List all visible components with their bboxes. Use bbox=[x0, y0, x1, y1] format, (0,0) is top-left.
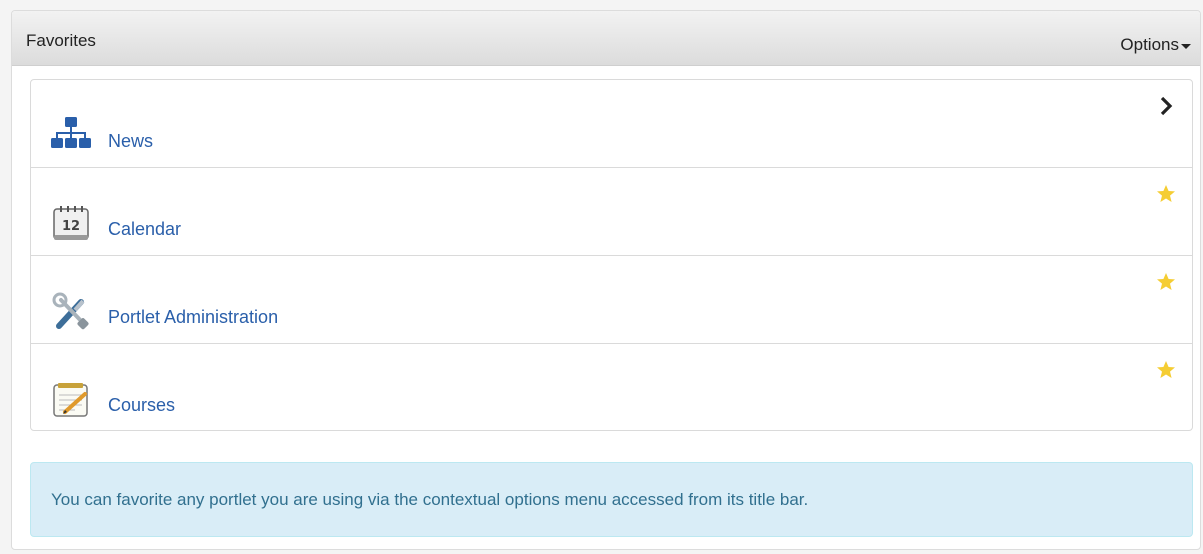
star-icon[interactable] bbox=[1156, 272, 1176, 292]
favorite-item-portlet-administration[interactable]: Portlet Administration bbox=[31, 256, 1192, 344]
favorite-link-news[interactable]: News bbox=[108, 131, 153, 152]
favorite-link-portlet-administration[interactable]: Portlet Administration bbox=[108, 307, 278, 328]
favorites-list: News 12 Calendar Portlet Administration … bbox=[30, 79, 1193, 431]
favorite-item-calendar[interactable]: 12 Calendar bbox=[31, 168, 1192, 256]
calendar-icon: 12 bbox=[51, 204, 91, 244]
star-icon[interactable] bbox=[1156, 184, 1176, 204]
favorite-item-news[interactable]: News bbox=[31, 80, 1192, 168]
portlet-title: Favorites bbox=[26, 31, 96, 50]
favorite-link-calendar[interactable]: Calendar bbox=[108, 219, 181, 240]
caret-down-icon bbox=[1181, 43, 1191, 49]
sitemap-icon bbox=[51, 116, 91, 156]
options-label: Options bbox=[1120, 35, 1179, 54]
favorite-item-courses[interactable]: Courses bbox=[31, 344, 1192, 430]
star-icon[interactable] bbox=[1156, 360, 1176, 380]
info-alert: You can favorite any portlet you are usi… bbox=[30, 462, 1193, 537]
notepad-icon bbox=[51, 380, 91, 420]
chevron-right-icon[interactable] bbox=[1156, 96, 1176, 116]
info-message: You can favorite any portlet you are usi… bbox=[51, 490, 809, 509]
favorites-portlet: Favorites Options News 12 Calendar Portl… bbox=[11, 10, 1201, 550]
portlet-titlebar: Favorites Options bbox=[12, 11, 1200, 66]
tools-icon bbox=[51, 292, 91, 332]
favorite-link-courses[interactable]: Courses bbox=[108, 395, 175, 416]
svg-text:12: 12 bbox=[62, 219, 80, 234]
options-menu-button[interactable]: Options bbox=[1120, 35, 1191, 55]
